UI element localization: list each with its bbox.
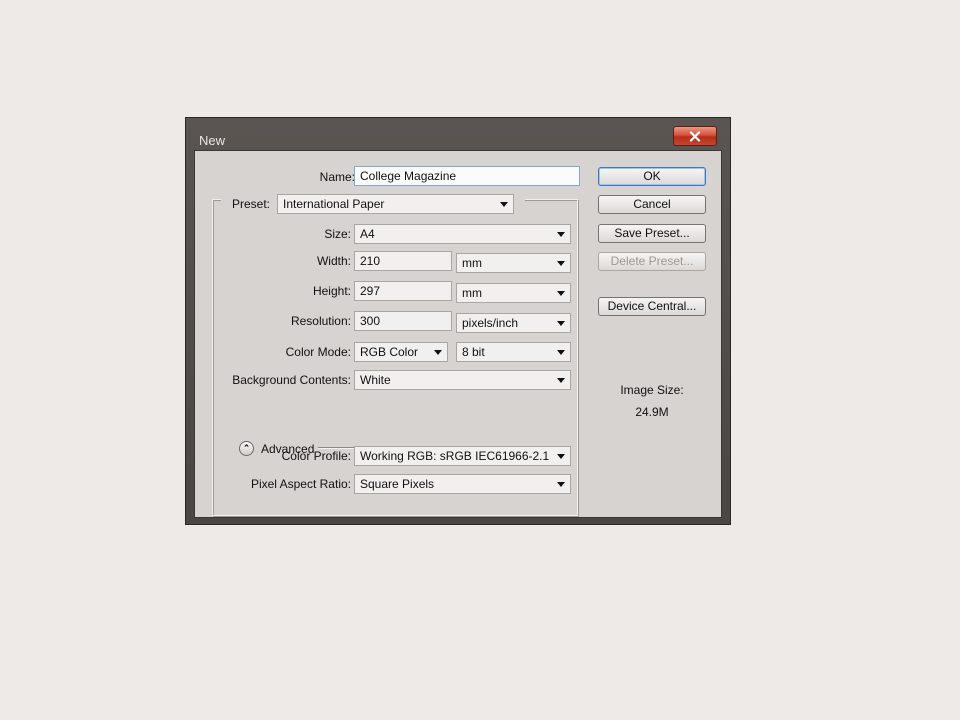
save-preset-button[interactable]: Save Preset... <box>598 224 706 243</box>
size-select[interactable]: A4 <box>354 224 571 244</box>
resolution-input[interactable]: 300 <box>354 311 452 331</box>
device-central-button[interactable]: Device Central... <box>598 297 706 316</box>
chevron-down-icon <box>557 482 565 487</box>
preset-label: Preset: <box>231 197 270 211</box>
chevron-down-icon <box>500 202 508 207</box>
background-value: White <box>360 373 391 387</box>
width-label: Width: <box>316 254 351 268</box>
resolution-unit-select[interactable]: pixels/inch <box>456 313 571 333</box>
new-document-dialog: New Name: College Magazine Preset: Inter… <box>185 117 731 525</box>
pixel-aspect-label: Pixel Aspect Ratio: <box>250 477 351 491</box>
height-unit-value: mm <box>462 286 482 300</box>
chevron-up-icon: ⌃ <box>242 443 251 453</box>
pixel-aspect-value: Square Pixels <box>360 477 435 491</box>
height-label: Height: <box>312 284 351 298</box>
cancel-button[interactable]: Cancel <box>598 195 706 214</box>
resolution-unit-value: pixels/inch <box>462 316 519 330</box>
chevron-down-icon <box>557 350 565 355</box>
image-size-label: Image Size: <box>620 383 684 397</box>
chevron-down-icon <box>557 454 565 459</box>
chevron-down-icon <box>557 321 565 326</box>
preset-value: International Paper <box>283 197 385 211</box>
width-unit-value: mm <box>462 256 482 270</box>
color-profile-label: Color Profile: <box>281 449 351 463</box>
width-unit-select[interactable]: mm <box>456 253 571 273</box>
size-label: Size: <box>324 227 351 241</box>
close-icon <box>689 130 701 142</box>
dialog-title: New <box>199 133 226 148</box>
ok-button[interactable]: OK <box>598 167 706 186</box>
color-mode-label: Color Mode: <box>285 345 351 359</box>
delete-preset-button: Delete Preset... <box>598 252 706 271</box>
resolution-label: Resolution: <box>290 314 351 328</box>
chevron-down-icon <box>434 350 442 355</box>
preset-select[interactable]: International Paper <box>277 194 514 214</box>
bit-depth-value: 8 bit <box>462 345 485 359</box>
advanced-toggle-button[interactable]: ⌃ <box>239 441 254 456</box>
chevron-down-icon <box>557 291 565 296</box>
color-mode-select[interactable]: RGB Color <box>354 342 448 362</box>
close-button[interactable] <box>673 126 717 146</box>
height-unit-select[interactable]: mm <box>456 283 571 303</box>
pixel-aspect-select[interactable]: Square Pixels <box>354 474 571 494</box>
background-label: Background Contents: <box>232 373 351 387</box>
background-select[interactable]: White <box>354 370 571 390</box>
color-profile-select[interactable]: Working RGB: sRGB IEC61966-2.1 <box>354 446 571 466</box>
height-input[interactable]: 297 <box>354 281 452 301</box>
chevron-down-icon <box>557 232 565 237</box>
chevron-down-icon <box>557 378 565 383</box>
chevron-down-icon <box>557 261 565 266</box>
width-input[interactable]: 210 <box>354 251 452 271</box>
dialog-client-area: Name: College Magazine Preset: Internati… <box>194 150 722 518</box>
name-input[interactable]: College Magazine <box>354 166 580 186</box>
color-profile-value: Working RGB: sRGB IEC61966-2.1 <box>360 449 550 463</box>
name-label: Name: <box>319 170 355 184</box>
color-mode-value: RGB Color <box>360 345 419 359</box>
bit-depth-select[interactable]: 8 bit <box>456 342 571 362</box>
size-value: A4 <box>360 227 375 241</box>
image-size-value: 24.9M <box>635 405 669 419</box>
